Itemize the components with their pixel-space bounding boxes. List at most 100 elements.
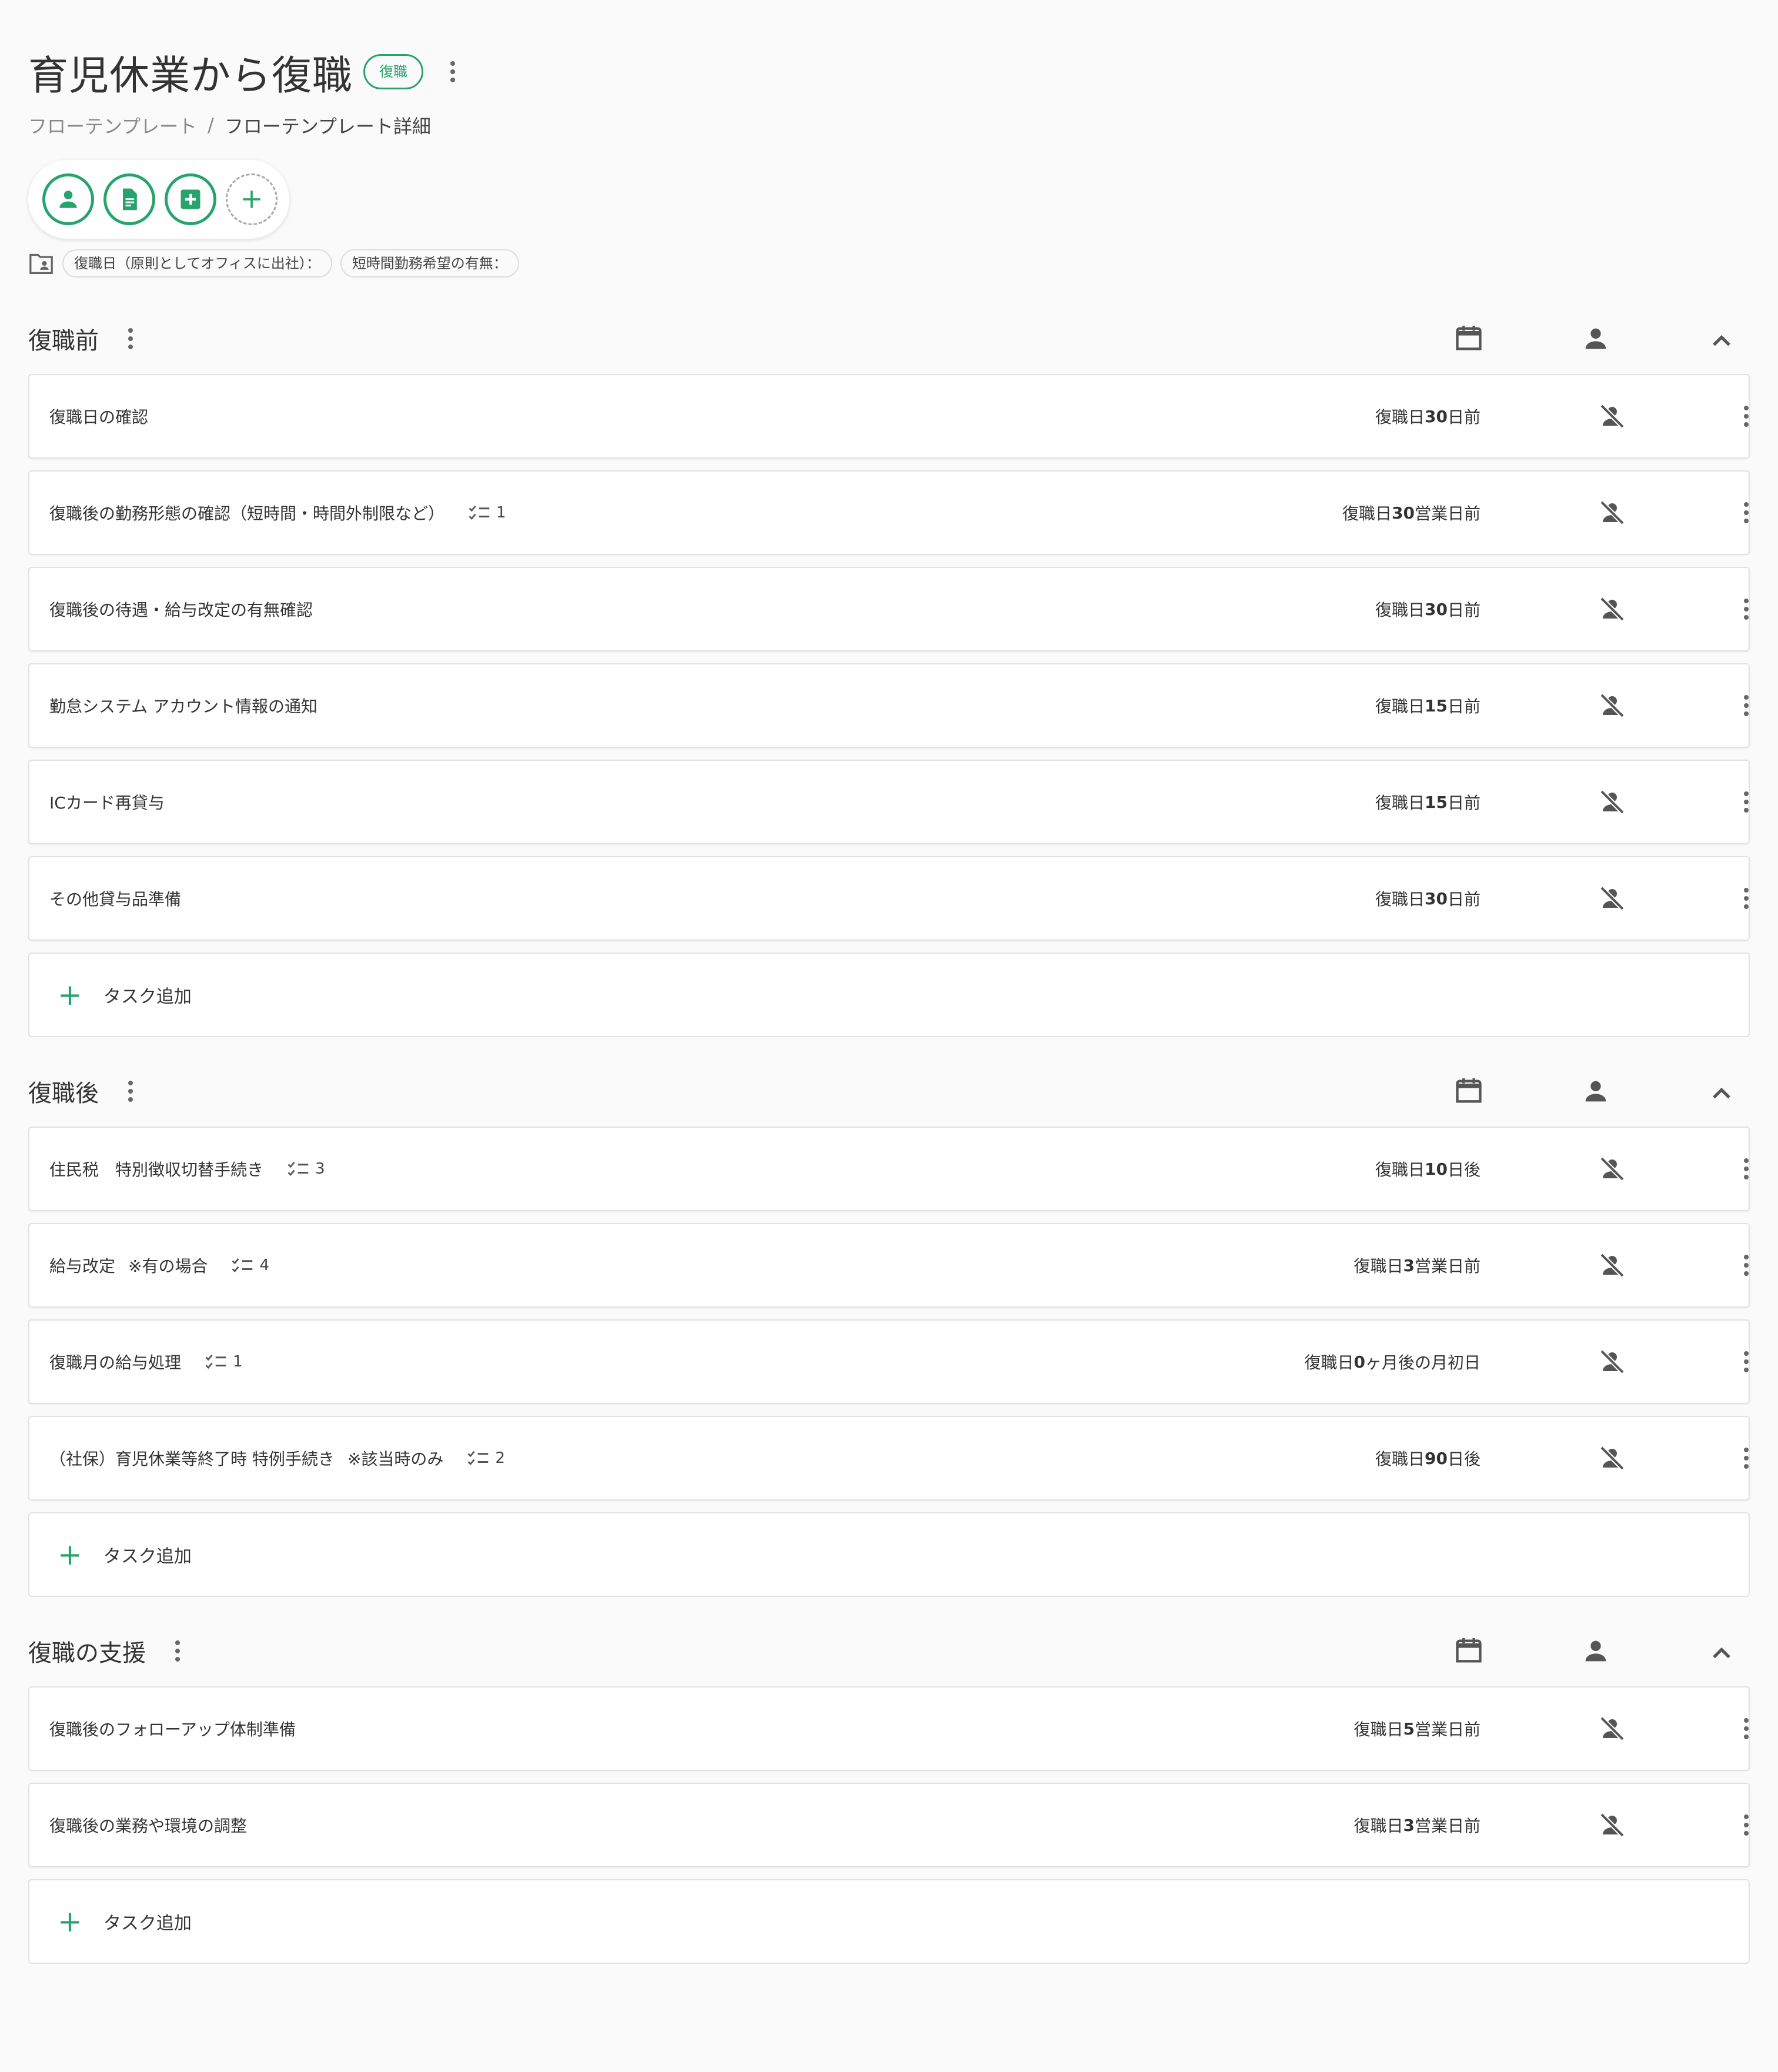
more-vert-icon	[1744, 1718, 1749, 1739]
checklist-count-value: 1	[496, 504, 506, 522]
task-more-button[interactable]	[1729, 1711, 1764, 1746]
task-name-cell: 復職日の確認	[49, 375, 148, 457]
due-suffix: 日前	[1447, 697, 1480, 716]
more-vert-icon	[1744, 1448, 1749, 1469]
checklist-count-value: 4	[259, 1256, 270, 1274]
section-more-button[interactable]	[113, 1074, 148, 1109]
more-vert-icon	[128, 1081, 133, 1102]
task-row[interactable]: （社保）育児休業等終了時 特例手続き ※該当時のみ 2 復職日 90 日後	[28, 1416, 1750, 1500]
field-type-buttons	[28, 160, 289, 239]
no-assignee-icon[interactable]	[1595, 495, 1630, 530]
no-assignee-icon[interactable]	[1595, 784, 1630, 820]
no-assignee-icon[interactable]	[1595, 1344, 1630, 1379]
task-row[interactable]: 勤怠システム アカウント情報の通知 復職日 15 日前	[28, 663, 1750, 748]
title-more-button[interactable]	[435, 54, 470, 89]
section-more-button[interactable]	[160, 1633, 195, 1669]
no-assignee-icon[interactable]	[1595, 881, 1630, 916]
person-icon[interactable]	[1578, 1633, 1613, 1669]
task-more-button[interactable]	[1729, 399, 1764, 434]
no-assignee-icon[interactable]	[1595, 1441, 1630, 1476]
no-assignee-icon[interactable]	[1595, 1711, 1630, 1746]
no-assignee-icon[interactable]	[1595, 1248, 1630, 1283]
task-row[interactable]: 給与改定 ※有の場合 4 復職日 3 営業日前	[28, 1223, 1750, 1308]
add-user-field-button[interactable]	[42, 173, 94, 225]
task-due: 復職日 0 ヶ月後の月初日	[1304, 1321, 1480, 1403]
section-header: 復職前	[28, 315, 1750, 362]
document-icon	[123, 188, 137, 210]
breadcrumb-parent-link[interactable]: フローテンプレート	[28, 112, 197, 139]
task-name-cell: 住民税 特別徴収切替手続き 3	[49, 1128, 325, 1210]
due-number: 15	[1425, 792, 1448, 812]
due-number: 30	[1425, 888, 1448, 908]
add-document-field-button[interactable]	[103, 173, 155, 225]
task-due: 復職日 3 営業日前	[1353, 1784, 1480, 1866]
person-icon[interactable]	[1578, 1074, 1613, 1109]
breadcrumb: フローテンプレート / フローテンプレート詳細	[28, 112, 431, 139]
task-name-cell: 復職後の勤務形態の確認（短時間・時間外制限など） 1	[49, 472, 506, 554]
add-task-button[interactable]: + タスク追加	[28, 953, 1750, 1037]
add-box-field-button[interactable]	[165, 173, 216, 225]
no-assignee-icon[interactable]	[1595, 399, 1630, 434]
due-prefix: 復職日	[1375, 1449, 1425, 1469]
due-prefix: 復職日	[1375, 407, 1425, 427]
task-row[interactable]: 復職後の待遇・給与改定の有無確認 復職日 30 日前	[28, 567, 1750, 651]
task-more-button[interactable]	[1729, 495, 1764, 530]
due-number: 30	[1425, 406, 1448, 426]
plus-icon: +	[58, 1904, 82, 1939]
category-badge[interactable]: 復職	[363, 54, 424, 89]
task-row[interactable]: 復職後のフォローアップ体制準備 復職日 5 営業日前	[28, 1686, 1750, 1771]
checklist-icon	[287, 1160, 310, 1178]
no-assignee-icon[interactable]	[1595, 1807, 1630, 1843]
field-chip-short-time[interactable]: 短時間勤務希望の有無：	[340, 249, 519, 278]
task-row[interactable]: 復職日の確認 復職日 30 日前	[28, 374, 1750, 459]
task-row[interactable]: ICカード再貸与 復職日 15 日前	[28, 760, 1750, 844]
calendar-icon[interactable]	[1451, 1074, 1486, 1109]
add-task-button[interactable]: + タスク追加	[28, 1512, 1750, 1597]
due-number: 90	[1425, 1448, 1448, 1468]
no-assignee-icon[interactable]	[1595, 591, 1630, 627]
section-more-button[interactable]	[113, 321, 148, 356]
section-title: 復職後	[28, 1080, 99, 1107]
task-row[interactable]: 復職月の給与処理 1 復職日 0 ヶ月後の月初日	[28, 1319, 1750, 1404]
task-row[interactable]: その他貸与品準備 復職日 30 日前	[28, 856, 1750, 941]
task-row[interactable]: 住民税 特別徴収切替手続き 3 復職日 10 日後	[28, 1127, 1750, 1211]
add-task-button[interactable]: + タスク追加	[28, 1879, 1750, 1964]
add-field-button[interactable]	[226, 173, 278, 225]
collapse-chevron-icon[interactable]	[1704, 1076, 1739, 1111]
task-more-button[interactable]	[1729, 881, 1764, 916]
no-assignee-icon[interactable]	[1595, 688, 1630, 723]
breadcrumb-separator: /	[208, 114, 214, 136]
person-icon[interactable]	[1578, 321, 1613, 356]
add-task-inner: + タスク追加	[58, 1880, 192, 1963]
section-title: 復職前	[28, 327, 99, 355]
collapse-chevron-icon[interactable]	[1704, 1636, 1739, 1671]
more-vert-icon	[175, 1640, 180, 1662]
calendar-icon[interactable]	[1451, 321, 1486, 356]
task-more-button[interactable]	[1729, 688, 1764, 723]
add-box-icon	[181, 189, 200, 209]
task-name: 復職後のフォローアップ体制準備	[49, 1720, 296, 1739]
field-chip-return-date[interactable]: 復職日（原則としてオフィスに出社）：	[62, 249, 332, 278]
task-more-button[interactable]	[1729, 1248, 1764, 1283]
task-row[interactable]: 復職後の業務や環境の調整 復職日 3 営業日前	[28, 1783, 1750, 1867]
task-more-button[interactable]	[1729, 1151, 1764, 1187]
add-task-inner: + タスク追加	[58, 954, 192, 1036]
checklist-count: 3	[287, 1160, 325, 1178]
checklist-count: 1	[205, 1353, 243, 1371]
task-more-button[interactable]	[1729, 1441, 1764, 1476]
no-assignee-icon[interactable]	[1595, 1151, 1630, 1187]
more-vert-icon	[128, 328, 133, 349]
task-name: その他貸与品準備	[49, 890, 182, 909]
task-more-button[interactable]	[1729, 1344, 1764, 1379]
task-more-button[interactable]	[1729, 591, 1764, 627]
task-name: 勤怠システム アカウント情報の通知	[49, 697, 318, 716]
due-prefix: 復職日	[1342, 504, 1392, 523]
add-task-inner: + タスク追加	[58, 1513, 192, 1596]
task-more-button[interactable]	[1729, 784, 1764, 820]
collapse-chevron-icon[interactable]	[1704, 323, 1739, 359]
task-more-button[interactable]	[1729, 1807, 1764, 1843]
more-vert-icon	[1744, 1255, 1749, 1276]
calendar-icon[interactable]	[1451, 1633, 1486, 1669]
task-row[interactable]: 復職後の勤務形態の確認（短時間・時間外制限など） 1 復職日 30 営業日前	[28, 470, 1750, 555]
task-name: 住民税 特別徴収切替手続き	[49, 1160, 264, 1179]
